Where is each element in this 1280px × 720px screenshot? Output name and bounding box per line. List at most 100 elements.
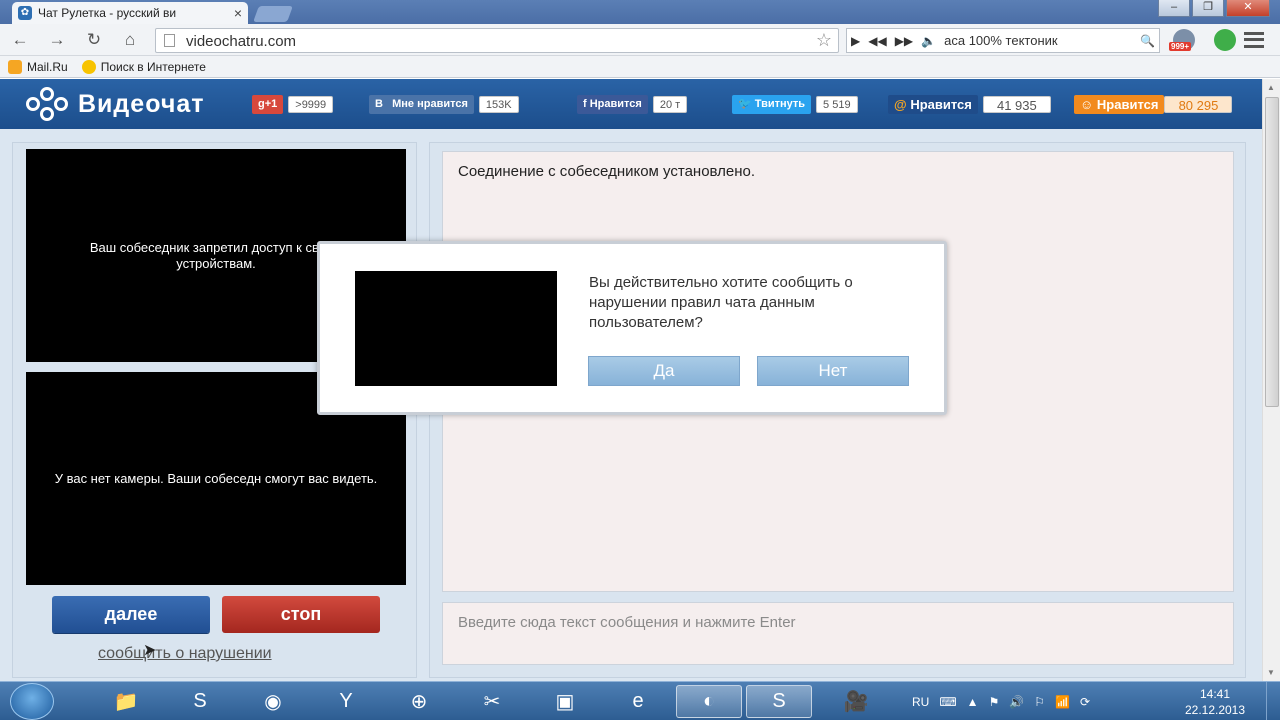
bookmark-star-icon[interactable]: ☆ (816, 30, 832, 51)
twitter-bird-icon: 🐦 (738, 98, 752, 110)
media-track-title: аса 100% тектоник (944, 33, 1058, 48)
new-tab-button[interactable] (253, 6, 293, 22)
media-player-bar: ▶ ◀◀ ▶▶ 🔈 аса 100% тектоник 🔍 (846, 28, 1160, 53)
twitter-button-label: Твитнуть (754, 98, 806, 110)
maximize-icon[interactable]: ❐ (1192, 0, 1224, 17)
url-text: videochatru.com (186, 33, 297, 50)
browser-toolbar: ← → ↻ ⌂ videochatru.com ☆ ▶ ◀◀ ▶▶ 🔈 аса … (0, 24, 1280, 56)
flower-logo-icon (26, 87, 68, 121)
twitter-button[interactable]: 🐦 Твитнуть (732, 95, 812, 114)
search-icon[interactable]: 🔍 (1136, 34, 1159, 48)
confirm-question: Вы действительно хотите сообщить о наруш… (589, 274, 853, 331)
back-arrow-icon[interactable]: ← (10, 30, 30, 50)
system-tray: RU ⌨ ▲ ⚑ 🔊 ⚐ 📶 ⟳ (912, 682, 1090, 720)
safari-icon[interactable]: ⊕ (389, 685, 449, 718)
vk-button-label: Мне нравится (392, 98, 468, 110)
chrome-icon[interactable]: ◉ (243, 685, 303, 718)
mouse-cursor-icon: ➤ (143, 642, 157, 659)
site-logo[interactable]: Видеочат (26, 87, 205, 121)
yandex-browser-icon[interactable]: Y (316, 685, 376, 718)
twitter-share[interactable]: 🐦 Твитнуть 5 519 (732, 95, 858, 114)
ie-icon[interactable]: e (608, 685, 668, 718)
mailru-at-icon: @ (894, 97, 907, 112)
videochat-favicon-icon: ✿ (18, 6, 32, 20)
facebook-count: 20 т (652, 96, 688, 113)
my-video-message: У вас нет камеры. Ваши собеседн смогут в… (54, 470, 378, 486)
vk-share[interactable]: В Мне нравится 153K (369, 95, 519, 114)
browser-tab[interactable]: ✿ Чат Рулетка - русский ви × (12, 2, 248, 24)
bookmarks-bar: Mail.Ru Поиск в Интернете (0, 56, 1280, 78)
clock-date: 22.12.2013 (1184, 703, 1246, 717)
facebook-share[interactable]: f Нравится 20 т (577, 95, 688, 114)
speaker-icon[interactable]: 🔊 (1009, 695, 1024, 709)
bookmark-search[interactable]: Поиск в Интернете (81, 59, 206, 74)
yes-button[interactable]: Да (588, 356, 740, 386)
clock[interactable]: 14:41 22.12.2013 (1170, 686, 1260, 718)
mailru-share[interactable]: @ Нравится 41 935 (888, 95, 1051, 114)
scroll-down-icon[interactable]: ▼ (1267, 668, 1275, 677)
message-input[interactable]: Введите сюда текст сообщения и нажмите E… (442, 602, 1234, 665)
volume-icon[interactable]: 🔈 (917, 34, 940, 48)
vk-button[interactable]: В Мне нравится (369, 95, 474, 114)
no-button[interactable]: Нет (757, 356, 909, 386)
tab-title: Чат Рулетка - русский ви (38, 6, 177, 20)
odnoklassniki-button-label: Нравится (1096, 97, 1159, 112)
camera-app-icon[interactable]: 🎥 (826, 685, 886, 718)
gplus-button[interactable]: g+1 (252, 95, 284, 114)
mailru-icon (8, 59, 22, 74)
address-bar[interactable]: videochatru.com ☆ (155, 28, 839, 53)
mailru-button[interactable]: @ Нравится (888, 95, 978, 114)
page-icon (164, 34, 175, 47)
skype-icon[interactable]: S (170, 685, 230, 718)
page-scrollbar[interactable]: ▲ ▼ (1262, 79, 1280, 681)
facebook-button[interactable]: f Нравится (577, 95, 648, 114)
reload-icon[interactable]: ↻ (84, 30, 104, 50)
gplus-count: >9999 (288, 96, 334, 113)
tray-expand-icon[interactable]: ▲ (967, 695, 979, 709)
toolbox-icon[interactable]: ✂ (462, 685, 522, 718)
menu-icon[interactable] (1244, 32, 1264, 48)
browser-title-bar: ✿ Чат Рулетка - русский ви × ‒ ❐ ✕ (0, 0, 1280, 24)
facebook-icon: f (583, 98, 587, 110)
skype-task-icon[interactable]: S (746, 685, 812, 718)
show-desktop-button[interactable] (1266, 682, 1280, 720)
gplus-share[interactable]: g+1 >9999 (252, 95, 334, 114)
facebook-button-label: Нравится (589, 98, 642, 110)
report-confirm-dialog: Вы действительно хотите сообщить о наруш… (317, 241, 947, 415)
extension-badge: 999+ (1169, 42, 1192, 51)
language-indicator[interactable]: RU (912, 695, 929, 709)
odnoklassniki-button[interactable]: ☺ Нравится (1074, 95, 1165, 114)
stop-button[interactable]: стоп (222, 596, 380, 633)
bookmark-mailru[interactable]: Mail.Ru (8, 59, 68, 74)
close-tab-icon[interactable]: × (234, 5, 242, 21)
report-violation-link[interactable]: сообщить о нарушении (98, 645, 272, 663)
play-icon[interactable]: ▶ (847, 34, 864, 48)
odnoklassniki-count: 80 295 (1164, 96, 1233, 113)
site-header: Видеочат g+1 >9999 В Мне нравится 153K f… (0, 79, 1262, 129)
keyboard-icon[interactable]: ⌨ (939, 695, 956, 709)
partner-snapshot (355, 271, 557, 386)
fast-forward-icon[interactable]: ▶▶ (891, 34, 917, 48)
next-button[interactable]: далее (52, 596, 210, 633)
network-icon[interactable]: 📶 (1055, 695, 1070, 709)
odnoklassniki-share[interactable]: ☺ Нравится 80 295 (1074, 95, 1233, 114)
scrollbar-thumb[interactable] (1265, 97, 1279, 407)
start-button[interactable] (10, 683, 54, 720)
explorer-icon[interactable]: 📁 (96, 685, 156, 718)
monitor-app-icon[interactable]: ▣ (535, 685, 595, 718)
rewind-icon[interactable]: ◀◀ (864, 34, 890, 48)
close-window-icon[interactable]: ✕ (1226, 0, 1270, 17)
system-message: Соединение с собеседником установлено. (458, 163, 756, 180)
odnoklassniki-icon: ☺ (1080, 97, 1094, 112)
flag-icon[interactable]: ⚐ (1034, 695, 1045, 709)
update-icon[interactable]: ⟳ (1080, 695, 1090, 709)
minimize-icon[interactable]: ‒ (1158, 0, 1190, 17)
green-extension-icon[interactable] (1214, 29, 1236, 51)
scroll-up-icon[interactable]: ▲ (1267, 83, 1275, 92)
taskbar: 📁 S ◉ Y ⊕ ✂ ▣ e ◐ S 🎥 RU ⌨ ▲ ⚑ 🔊 ⚐ 📶 ⟳ 1… (0, 681, 1280, 720)
forward-arrow-icon[interactable]: → (47, 30, 67, 50)
bookmark-label: Поиск в Интернете (100, 59, 206, 74)
browser-task-icon[interactable]: ◐ (676, 685, 742, 718)
home-icon[interactable]: ⌂ (120, 30, 140, 50)
security-icon[interactable]: ⚑ (989, 695, 1000, 709)
